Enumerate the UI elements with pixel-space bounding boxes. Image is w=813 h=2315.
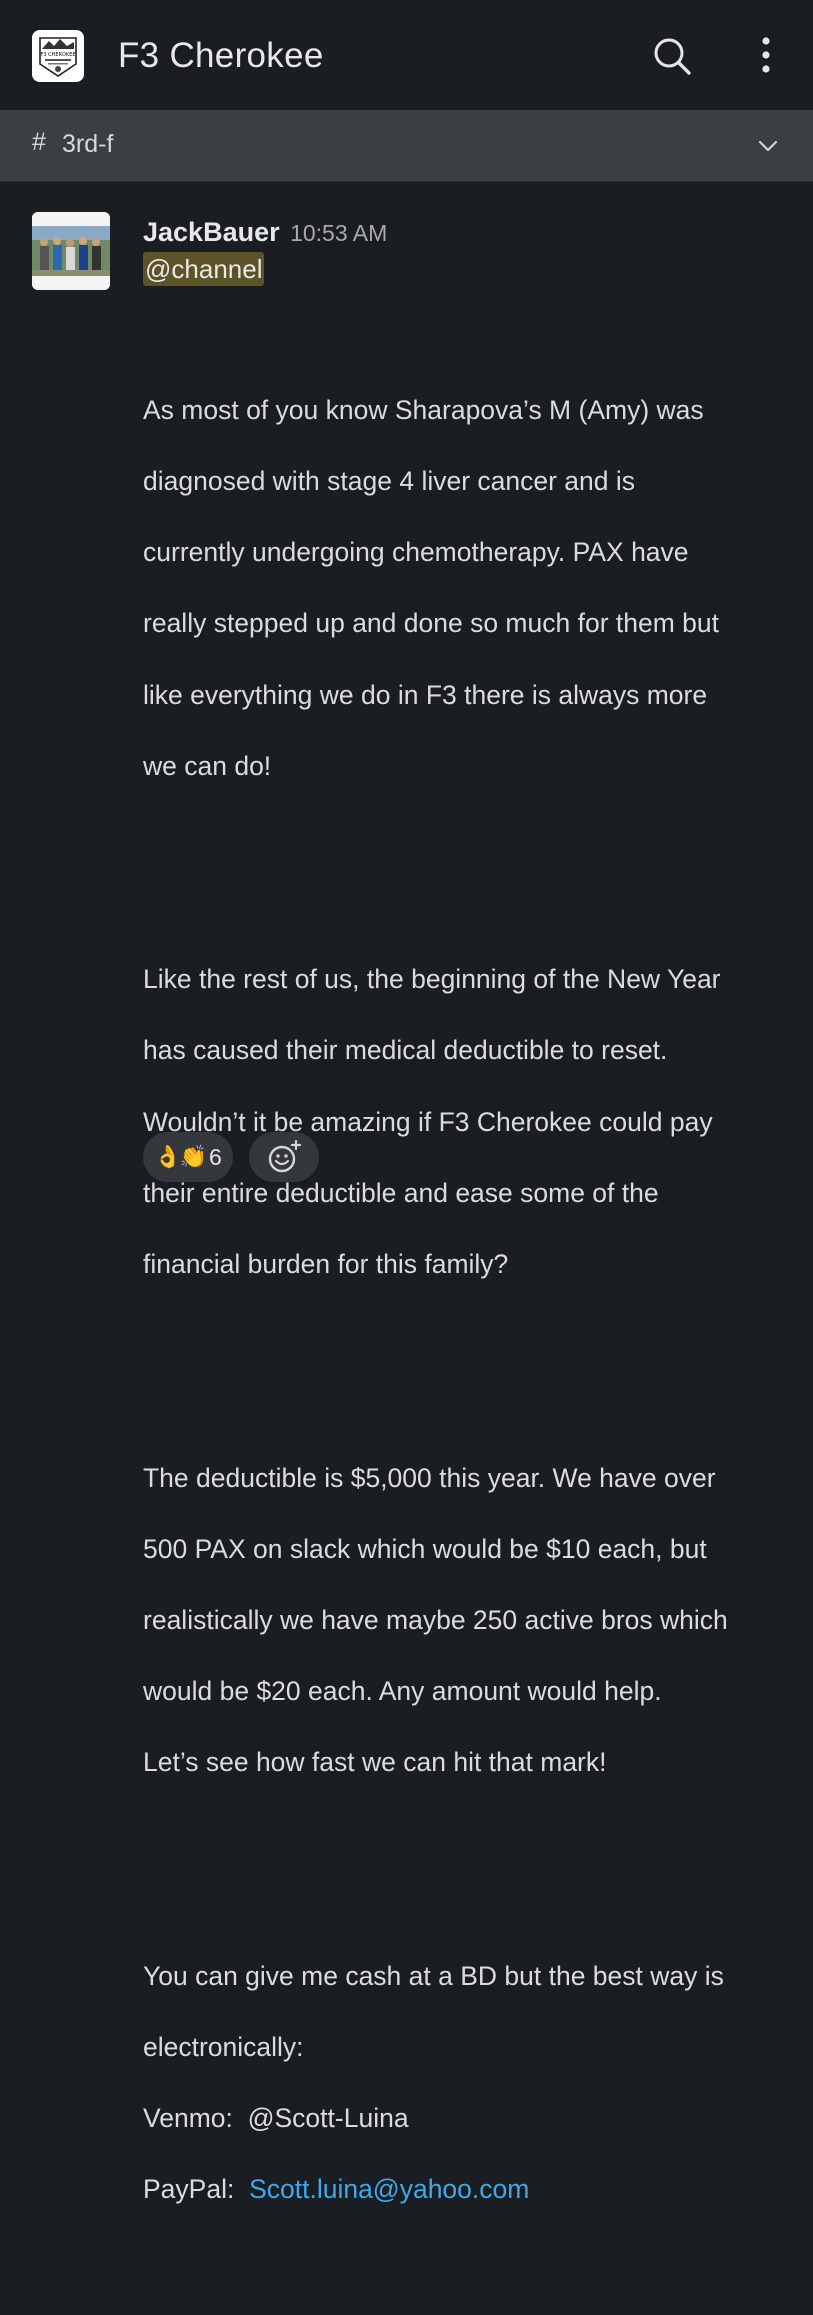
more-options-button[interactable]	[748, 34, 784, 78]
channel-hash-icon: #	[32, 128, 46, 156]
message-paragraph: The deductible is $5,000 this year. We h…	[143, 1425, 793, 1817]
text-line: Like the rest of us, the beginning of th…	[143, 964, 721, 995]
channel-name[interactable]: 3rd-f	[62, 130, 113, 159]
text-line: 500 PAX on slack which would be $10 each…	[143, 1533, 707, 1564]
text-line: would be $20 each. Any amount would help…	[143, 1676, 662, 1707]
text-line: The deductible is $5,000 this year. We h…	[143, 1462, 716, 1493]
avatar-photo	[32, 212, 110, 290]
text-line: Wouldn’t it be amazing if F3 Cherokee co…	[143, 1106, 713, 1137]
reaction-pill[interactable]: 👌👏 6	[143, 1132, 233, 1182]
venmo-label: Venmo:	[143, 2103, 233, 2134]
venmo-handle: @Scott-Luina	[247, 2103, 409, 2134]
logo-text: F3 CHEROKEE	[40, 52, 75, 58]
text-line: electronically:	[143, 2032, 304, 2063]
channel-header[interactable]	[0, 110, 813, 182]
text-line: their entire deductible and ease some of…	[143, 1177, 659, 1208]
vertical-dots-icon	[762, 37, 770, 73]
text-line: currently undergoing chemotherapy. PAX h…	[143, 537, 689, 568]
paypal-line: PayPal: Scott.luina@yahoo.com	[143, 2172, 793, 2208]
message-body: As most of you know Sharapova’s M (Amy) …	[143, 286, 793, 2315]
search-button[interactable]	[650, 34, 694, 78]
avatar[interactable]	[32, 212, 110, 290]
workspace-title[interactable]: F3 Cherokee	[118, 36, 324, 76]
workspace-logo[interactable]: F3 CHEROKEE	[32, 30, 84, 82]
message-paragraph: As most of you know Sharapova’s M (Amy) …	[143, 357, 793, 820]
search-icon	[654, 38, 691, 75]
paypal-label: PayPal:	[143, 2174, 235, 2205]
text-line: really stepped up and done so much for t…	[143, 608, 719, 639]
chevron-down-icon	[758, 140, 778, 152]
text-line: has caused their medical deductible to r…	[143, 1035, 668, 1066]
text-line: You can give me cash at a BD but the bes…	[143, 1960, 724, 1991]
text-line: As most of you know Sharapova’s M (Amy) …	[143, 394, 704, 425]
channel-chevron-button[interactable]	[752, 130, 784, 162]
message: JackBauer 10:53 AM @channel As most of y…	[143, 214, 793, 2315]
reaction-emoji: 👌👏	[154, 1144, 207, 1170]
text-line: financial burden for this family?	[143, 1249, 509, 1280]
text-line: realistically we have maybe 250 active b…	[143, 1604, 728, 1635]
text-line: like everything we do in F3 there is alw…	[143, 679, 708, 710]
channel-mention[interactable]: @channel	[143, 252, 265, 286]
venmo-line: Venmo: @Scott-Luina	[143, 2101, 793, 2137]
workspace-logo-image: F3 CHEROKEE	[32, 30, 84, 82]
text-line: diagnosed with stage 4 liver cancer and …	[143, 465, 636, 496]
message-time: 10:53 AM	[290, 220, 388, 246]
add-reaction-button[interactable]	[249, 1132, 319, 1182]
message-header: JackBauer 10:53 AM	[143, 214, 793, 250]
add-emoji-icon	[268, 1139, 302, 1173]
app-bar: F3 CHEROKEE F3 Cherokee	[0, 0, 813, 110]
message-paragraph: You can give me cash at a BD but the bes…	[143, 1923, 793, 2243]
sender-name[interactable]: JackBauer	[143, 217, 280, 247]
message-paragraph: Like the rest of us, the beginning of th…	[143, 927, 793, 1319]
paypal-email-link[interactable]: Scott.luina@yahoo.com	[249, 2174, 529, 2204]
reaction-count: 6	[209, 1143, 222, 1170]
text-line: we can do!	[143, 750, 272, 781]
text-line: Let’s see how fast we can hit that mark!	[143, 1747, 607, 1778]
